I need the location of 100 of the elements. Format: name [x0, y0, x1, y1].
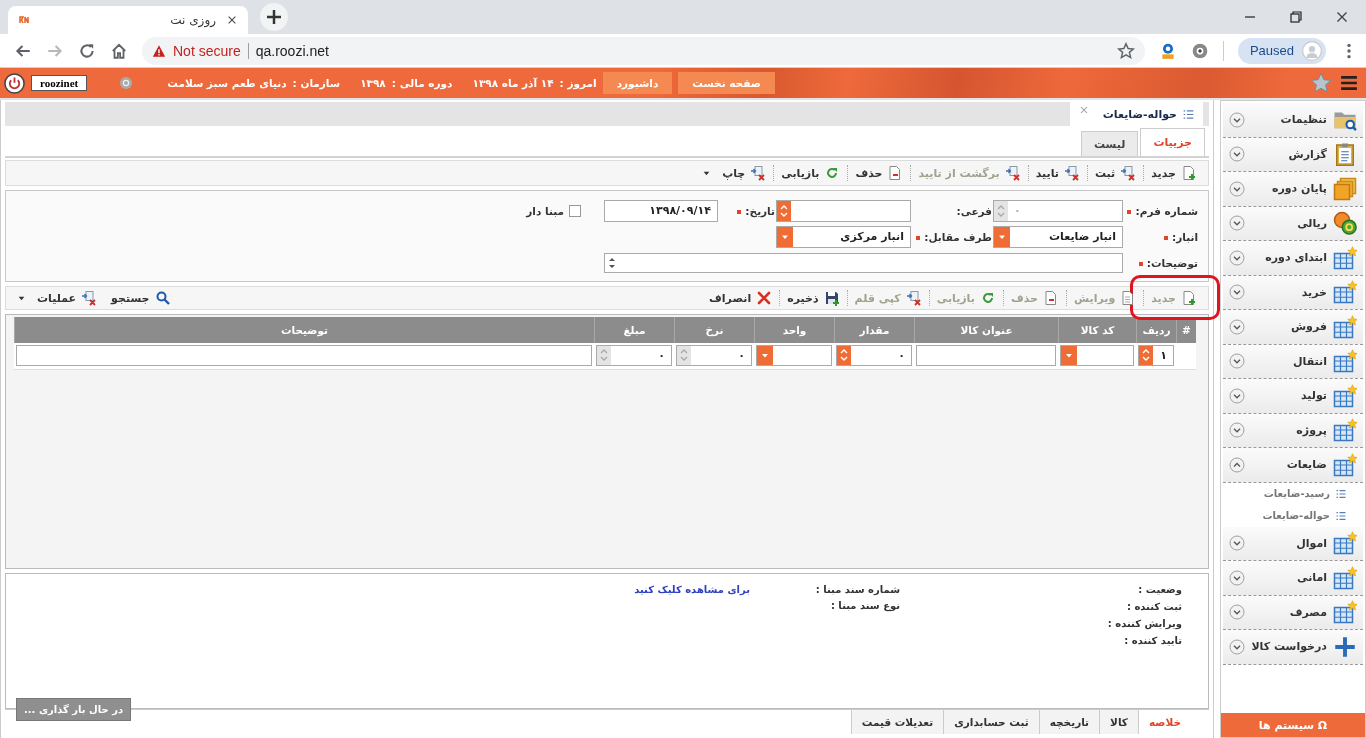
dropdown-field[interactable]	[1060, 345, 1134, 366]
toolbar-button[interactable]: ثبت	[1087, 165, 1144, 181]
sidebar-item[interactable]: خرید	[1223, 275, 1363, 310]
table-star-icon	[1333, 280, 1357, 305]
text-field[interactable]	[16, 345, 592, 366]
sidebar-item[interactable]: فروش	[1223, 310, 1363, 345]
home-icon[interactable]	[110, 41, 128, 60]
chevron-down-icon[interactable]	[1229, 569, 1245, 586]
sidebar-item[interactable]: تنظیمات	[1223, 103, 1363, 138]
sidebar-item[interactable]: پایان دوره	[1223, 172, 1363, 207]
user-name: roozinet	[31, 75, 88, 91]
toolbar-button[interactable]: جستجو	[104, 290, 178, 306]
chevron-down-icon[interactable]	[1229, 284, 1245, 301]
chevron-down-icon[interactable]	[1229, 318, 1245, 335]
checkbox[interactable]	[569, 204, 581, 217]
toolbar-button[interactable]: ذخیره	[780, 290, 847, 306]
page-minus-icon	[1042, 290, 1059, 306]
table-star-icon	[1333, 452, 1357, 477]
text-field[interactable]	[916, 345, 1056, 366]
power-icon[interactable]	[4, 72, 25, 94]
field-label: انبار:	[1164, 231, 1198, 243]
eye-icon[interactable]	[1190, 41, 1209, 60]
field-label: شماره فرم:	[1127, 204, 1198, 217]
star-icon[interactable]	[1116, 41, 1135, 60]
sidebar-item[interactable]: ضایعات	[1223, 448, 1363, 483]
toolbar-button[interactable]: تایید	[1028, 165, 1087, 181]
chevron-down-icon[interactable]	[1229, 353, 1245, 370]
chevron-down-icon[interactable]	[1229, 604, 1245, 621]
browser-tab[interactable]: روزی نت	[8, 6, 248, 34]
number-field[interactable]: ۱	[1138, 345, 1174, 366]
sidebar-item[interactable]: پروژه	[1223, 413, 1363, 448]
dropdown-field[interactable]: انبار مرکزی	[776, 226, 911, 248]
info-label: ویرایش کننده :	[1106, 617, 1182, 632]
chevron-down-icon[interactable]	[1229, 638, 1245, 655]
menu-icon[interactable]	[1340, 74, 1358, 92]
info-label: وضعیت :	[1137, 583, 1182, 597]
spinner-button[interactable]	[837, 346, 851, 365]
organization-name: دنیای طعم سبز سلامت	[167, 77, 287, 89]
table-star-icon	[1333, 418, 1357, 443]
sidebar-item[interactable]: درخواست کالا	[1223, 630, 1363, 665]
spinner-button[interactable]	[777, 200, 791, 221]
chevron-down-icon[interactable]	[1229, 180, 1245, 197]
text-field[interactable]: ۱۳۹۸/۰۹/۱۴	[604, 199, 718, 222]
toolbar-button[interactable]: جدید	[1144, 165, 1204, 181]
dropdown-button[interactable]	[1061, 346, 1077, 365]
chevron-down-icon[interactable]	[1229, 215, 1245, 232]
sidebar-item[interactable]: انتقال	[1223, 344, 1363, 379]
coins-icon	[1333, 211, 1357, 236]
spinner-button[interactable]	[1139, 346, 1153, 365]
toolbar-button[interactable]: بازیابی	[774, 165, 848, 181]
panel-tab[interactable]: تاریخچه	[1038, 710, 1100, 734]
table-star-icon	[1333, 314, 1357, 339]
date-label: امروز :	[559, 77, 597, 89]
address-field[interactable]: Not secure qa.roozi.net	[142, 36, 1145, 65]
chevron-down-icon[interactable]	[1229, 535, 1245, 552]
dropdown-field[interactable]	[756, 345, 832, 366]
date-value: ۱۴ آذر ماه ۱۳۹۸	[472, 77, 554, 89]
close-icon[interactable]	[226, 14, 238, 26]
sidebar-item[interactable]: امانی	[1223, 561, 1363, 596]
number-field[interactable]	[776, 199, 911, 222]
profile-button[interactable]: Paused	[1237, 37, 1326, 64]
toolbar-button[interactable]: عملیات	[10, 290, 105, 306]
sidebar-item[interactable]: تولید	[1223, 379, 1363, 414]
dropdown-button[interactable]	[757, 346, 773, 365]
plus-icon	[1333, 634, 1357, 659]
chevron-down-icon[interactable]	[1229, 387, 1245, 404]
chevron-down-icon[interactable]	[1229, 146, 1245, 163]
chevron-down-icon[interactable]	[1229, 422, 1245, 439]
chevron-up-icon[interactable]	[1229, 456, 1245, 473]
number-field[interactable]: ۰	[596, 345, 672, 366]
view-tab[interactable]: جزییات	[1140, 128, 1205, 156]
restore-icon[interactable]	[1288, 9, 1304, 25]
toolbar-button[interactable]: انصراف	[702, 290, 780, 306]
panel-tab[interactable]: کالا	[1099, 710, 1138, 734]
toolbar-button[interactable]: چاپ	[695, 165, 774, 181]
dropdown-field[interactable]: انبار ضایعات	[993, 226, 1123, 248]
document-tab[interactable]: حواله-ضایعات	[1069, 102, 1203, 126]
table-star-icon	[1333, 383, 1357, 408]
chevron-down-icon[interactable]	[1229, 249, 1245, 266]
sidebar-item[interactable]: گزارش	[1223, 137, 1363, 172]
sidebar-item[interactable]: ابتدای دوره	[1223, 241, 1363, 276]
info-label: شماره سند مبنا :	[814, 583, 900, 597]
number-field[interactable]: ۰	[836, 345, 912, 366]
view-link[interactable]: برای مشاهده کلیک کنید	[634, 584, 750, 595]
panel-tab[interactable]: ثبت حسابداری	[943, 710, 1039, 734]
plus-icon[interactable]	[260, 3, 288, 31]
sidebar-item[interactable]: ریالی	[1223, 206, 1363, 241]
sidebar-item[interactable]: اموال	[1223, 526, 1363, 561]
settings-icon[interactable]	[119, 76, 134, 90]
toolbar-button[interactable]: حذف	[848, 165, 911, 181]
fiscal-year-value: ۱۳۹۸	[360, 77, 386, 89]
view-tab[interactable]: لیست	[1080, 131, 1139, 156]
reload-icon[interactable]	[78, 41, 96, 60]
info-label: نوع سند مبنا :	[829, 599, 900, 614]
sidebar-item[interactable]: مصرف	[1223, 595, 1363, 630]
star-icon[interactable]	[1310, 72, 1332, 94]
list-icon	[1335, 509, 1347, 522]
panel-tab[interactable]: تعدیلات قیمت	[850, 710, 944, 734]
number-field[interactable]: ۰	[676, 345, 752, 366]
chevron-down-icon[interactable]	[1229, 111, 1245, 128]
